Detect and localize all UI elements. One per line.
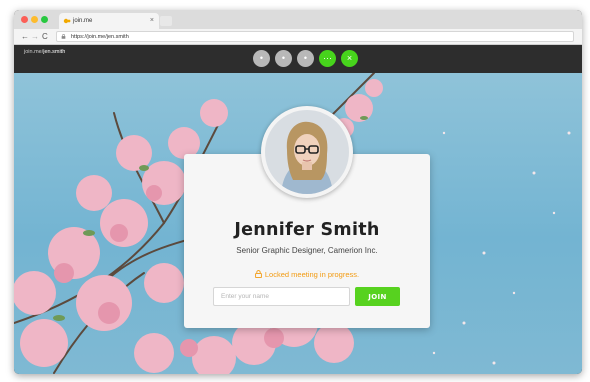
profile-photo xyxy=(265,110,349,194)
locked-status-text: Locked meeting in progress. xyxy=(264,270,360,279)
control-button-1[interactable]: • xyxy=(253,50,270,67)
background-photo: Jennifer Smith Senior Graphic Designer, … xyxy=(14,73,582,374)
host-name: Jennifer Smith xyxy=(234,220,380,240)
url-text: https://join.me/jen.smith xyxy=(71,34,129,40)
minimize-window-button[interactable] xyxy=(31,16,38,23)
tab-title: join.me xyxy=(73,18,93,24)
more-options-button[interactable]: ··· xyxy=(319,50,336,67)
join-card: Jennifer Smith Senior Graphic Designer, … xyxy=(184,106,430,328)
meeting-path: join.me/jen.smith xyxy=(24,49,65,55)
close-window-button[interactable] xyxy=(21,16,28,23)
tab-close-icon[interactable]: × xyxy=(150,13,154,29)
joinme-favicon-icon xyxy=(63,18,71,24)
tab-joinme[interactable]: join.me × xyxy=(59,13,159,29)
meeting-path-prefix: join.me/ xyxy=(24,49,44,55)
app-header: join.me/jen.smith • • • ··· × xyxy=(14,45,582,73)
back-icon[interactable]: ← xyxy=(21,31,29,43)
zoom-window-button[interactable] xyxy=(41,16,48,23)
forward-icon[interactable]: → xyxy=(31,31,39,43)
secure-lock-icon xyxy=(61,34,66,39)
name-input[interactable] xyxy=(213,287,350,306)
lock-icon xyxy=(255,270,262,279)
control-button-3[interactable]: • xyxy=(297,50,314,67)
tab-bar: join.me × xyxy=(14,10,582,29)
locked-status: Locked meeting in progress. xyxy=(184,270,430,279)
browser-window: join.me × ← → C https://join.me/jen.smit… xyxy=(14,10,582,374)
reload-icon[interactable]: C xyxy=(42,31,48,43)
address-bar: ← → C https://join.me/jen.smith xyxy=(14,29,582,45)
host-title: Senior Graphic Designer, Camerion Inc. xyxy=(236,246,378,255)
control-button-2[interactable]: • xyxy=(275,50,292,67)
url-field[interactable]: https://join.me/jen.smith xyxy=(56,31,574,42)
meeting-path-user: jen.smith xyxy=(43,49,66,55)
avatar xyxy=(261,106,353,198)
new-tab-button[interactable] xyxy=(160,16,172,26)
close-meeting-button[interactable]: × xyxy=(341,50,358,67)
join-button[interactable]: JOIN xyxy=(355,287,400,306)
